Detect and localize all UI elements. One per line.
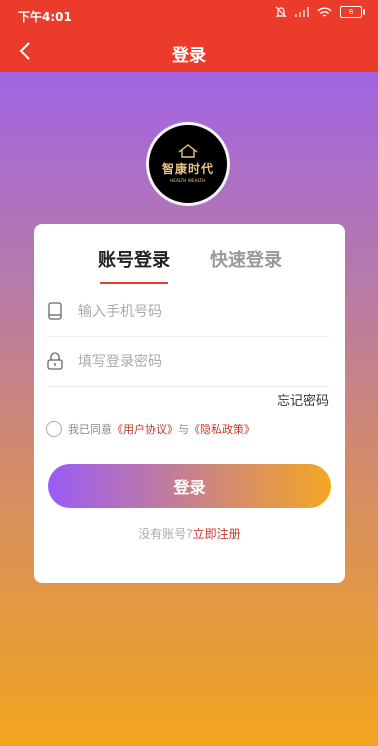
phone-field bbox=[46, 286, 330, 337]
register-link[interactable]: 立即注册 bbox=[193, 527, 241, 541]
logo-subtext: HEALTH WEALTH bbox=[170, 178, 206, 184]
password-field bbox=[46, 336, 330, 387]
login-screen: 下午4:01 8 登录 智康时代 HEALTH WEALTH 账号登录 快速登录… bbox=[0, 0, 378, 746]
status-icons: 8 bbox=[275, 6, 365, 18]
register-prefix: 没有账号? bbox=[138, 527, 193, 541]
page-title: 登录 bbox=[172, 46, 206, 66]
login-card: 账号登录 快速登录 忘记密码 我已同意 《用户协议》 与 《隐私政策》 登录 bbox=[34, 224, 345, 583]
agreement-and: 与 bbox=[178, 423, 189, 436]
login-button[interactable]: 登录 bbox=[48, 464, 331, 508]
mute-icon bbox=[275, 6, 287, 18]
brand-logo: 智康时代 HEALTH WEALTH bbox=[146, 122, 230, 206]
login-tabs: 账号登录 快速登录 bbox=[34, 242, 345, 284]
agreement-prefix: 我已同意 bbox=[68, 423, 112, 436]
status-bar: 下午4:01 8 bbox=[0, 0, 378, 30]
logo-content: 智康时代 HEALTH WEALTH bbox=[162, 144, 214, 184]
tab-quick-login[interactable]: 快速登录 bbox=[210, 246, 282, 272]
wifi-icon bbox=[317, 7, 332, 18]
agreement-row: 我已同意 《用户协议》 与 《隐私政策》 bbox=[46, 421, 255, 437]
tab-account-login[interactable]: 账号登录 bbox=[98, 246, 170, 272]
logo-text: 智康时代 bbox=[161, 162, 214, 176]
agreement-checkbox[interactable] bbox=[46, 421, 62, 437]
active-tab-indicator bbox=[100, 282, 168, 284]
privacy-policy-link[interactable]: 《隐私政策》 bbox=[189, 421, 255, 437]
phone-icon bbox=[46, 302, 64, 320]
nav-bar: 登录 bbox=[0, 30, 378, 72]
register-row: 没有账号?立即注册 bbox=[34, 525, 345, 542]
house-icon bbox=[178, 144, 198, 158]
user-agreement-link[interactable]: 《用户协议》 bbox=[112, 421, 178, 437]
password-input[interactable] bbox=[76, 348, 330, 376]
lock-icon bbox=[46, 352, 64, 370]
signal-icon bbox=[295, 7, 309, 17]
battery-icon: 8 bbox=[340, 6, 365, 18]
phone-input[interactable] bbox=[76, 298, 330, 326]
status-time: 下午4:01 bbox=[18, 10, 72, 24]
forgot-password-link[interactable]: 忘记密码 bbox=[277, 390, 329, 409]
